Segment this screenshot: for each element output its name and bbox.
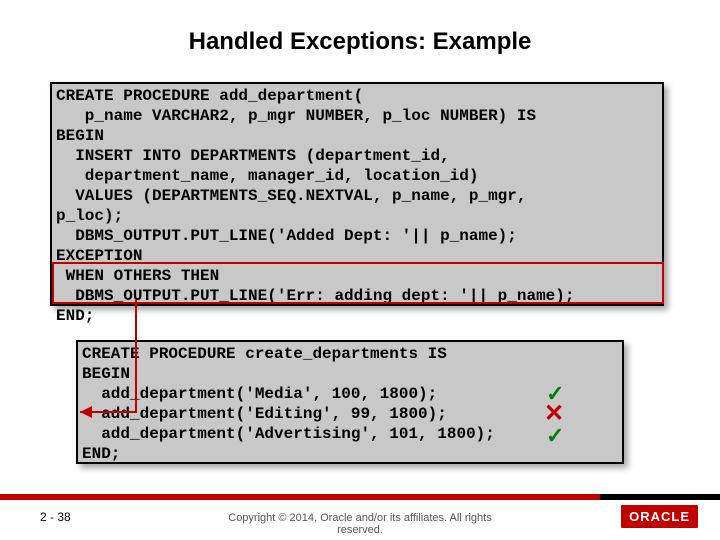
oracle-logo: ORACLE	[621, 505, 698, 528]
slide: Handled Exceptions: Example CREATE PROCE…	[0, 0, 720, 540]
footer-divider	[0, 494, 720, 500]
copyright-text: Copyright © 2014, Oracle and/or its affi…	[0, 512, 720, 536]
copyright-line: reserved.	[337, 524, 383, 536]
callout-arrow	[0, 0, 720, 540]
copyright-line: Copyright © 2014, Oracle and/or its affi…	[228, 512, 491, 524]
check-icon: ✓	[546, 425, 564, 447]
footer-divider-accent	[600, 494, 720, 500]
